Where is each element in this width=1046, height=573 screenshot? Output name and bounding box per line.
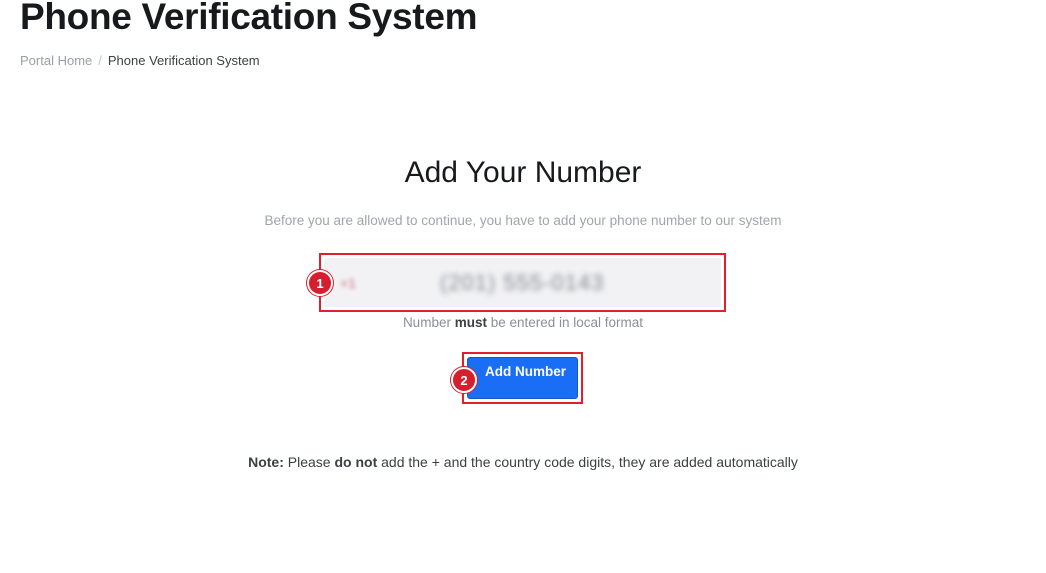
note-label: Note: — [248, 454, 284, 470]
step-1-badge: 1 — [307, 270, 333, 296]
breadcrumb: Portal Home / Phone Verification System — [20, 53, 260, 68]
note-emphasis: do not — [334, 454, 378, 470]
add-number-button[interactable]: Add Number — [467, 357, 578, 399]
format-hint-after: be entered in local format — [486, 315, 644, 330]
add-button-highlight: Add Number — [462, 352, 583, 404]
step-2-badge: 2 — [451, 367, 477, 393]
phone-field-highlight: +1 (201) 555-0143 — [319, 253, 726, 312]
section-heading: Add Your Number — [404, 156, 642, 189]
country-code-selector[interactable]: +1 — [340, 275, 400, 291]
breadcrumb-home-link[interactable]: Portal Home — [20, 53, 92, 68]
format-hint: Number must be entered in local format — [0, 315, 1046, 330]
phone-number-input[interactable]: +1 (201) 555-0143 — [324, 258, 721, 307]
format-hint-before: Number — [402, 315, 455, 330]
page: Phone Verification System Portal Home / … — [0, 0, 1046, 573]
breadcrumb-separator: / — [98, 53, 102, 68]
phone-number-value: (201) 555-0143 — [440, 269, 605, 295]
format-hint-emphasis: must — [454, 315, 487, 330]
note-text: Note: Please do not add the + and the co… — [0, 454, 1046, 470]
breadcrumb-current: Phone Verification System — [107, 53, 260, 68]
page-title: Phone Verification System — [20, 0, 478, 37]
section-subtext: Before you are allowed to continue, you … — [264, 213, 782, 228]
note-before: Please — [283, 454, 335, 470]
note-after: add the + and the country code digits, t… — [377, 454, 798, 470]
